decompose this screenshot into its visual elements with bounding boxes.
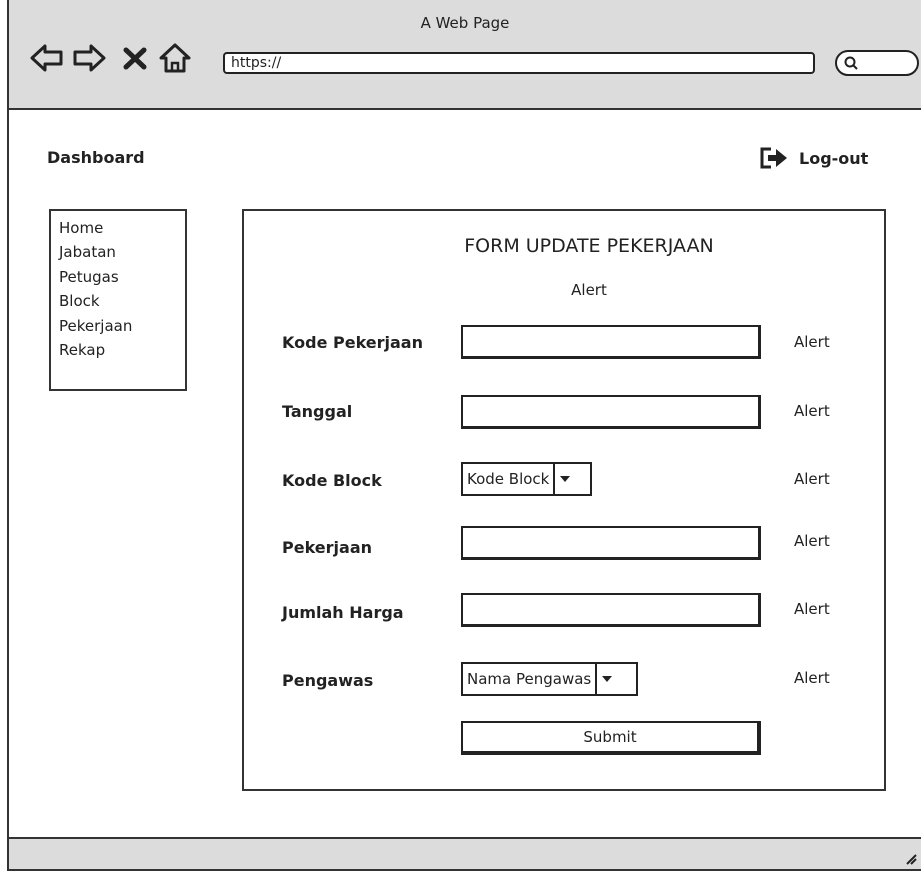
resize-grip-icon[interactable] <box>901 849 917 865</box>
logout-button[interactable]: Log-out <box>759 146 868 170</box>
search-input[interactable] <box>835 50 919 76</box>
kode-block-select[interactable]: Kode Block <box>461 462 592 496</box>
sidebar-item-block[interactable]: Block <box>59 289 185 313</box>
status-bar <box>9 837 921 869</box>
kode-pekerjaan-alert: Alert <box>794 333 830 351</box>
window-title: A Web Page <box>420 14 510 32</box>
sidebar-item-pekerjaan[interactable]: Pekerjaan <box>59 314 185 338</box>
sidebar-item-petugas[interactable]: Petugas <box>59 265 185 289</box>
sidebar-item-jabatan[interactable]: Jabatan <box>59 240 185 264</box>
pekerjaan-alert: Alert <box>794 532 830 550</box>
jumlah-harga-label: Jumlah Harga <box>282 603 404 622</box>
pekerjaan-input[interactable] <box>461 526 761 560</box>
sidebar-item-rekap[interactable]: Rekap <box>59 338 185 362</box>
form-panel: FORM UPDATE PEKERJAAN Alert Kode Pekerja… <box>242 209 886 791</box>
pengawas-select[interactable]: Nama Pengawas <box>461 662 638 696</box>
browser-toolbar: A Web Page https:// <box>9 0 921 110</box>
form-alert: Alert <box>571 281 607 299</box>
page-content: Dashboard Log-out Home Jabatan Petugas B… <box>9 112 921 839</box>
logout-icon <box>760 147 787 169</box>
home-icon[interactable] <box>157 40 193 76</box>
browser-window: A Web Page https:// Dashboard Log-out Ho… <box>7 0 921 871</box>
kode-block-selected: Kode Block <box>467 470 550 488</box>
chevron-down-icon <box>560 476 571 482</box>
tanggal-alert: Alert <box>794 402 830 420</box>
forward-icon[interactable] <box>71 40 107 76</box>
tanggal-label: Tanggal <box>282 402 353 421</box>
pengawas-dropdown-button[interactable] <box>595 664 617 694</box>
tanggal-input[interactable] <box>461 395 761 429</box>
form-title: FORM UPDATE PEKERJAAN <box>464 235 714 257</box>
dashboard-link[interactable]: Dashboard <box>47 148 145 167</box>
kode-pekerjaan-label: Kode Pekerjaan <box>282 333 423 352</box>
logout-label: Log-out <box>799 148 869 168</box>
pengawas-label: Pengawas <box>282 671 374 690</box>
close-icon[interactable] <box>117 40 153 76</box>
jumlah-harga-input[interactable] <box>461 593 761 627</box>
kode-block-label: Kode Block <box>282 471 382 490</box>
kode-block-dropdown-button[interactable] <box>553 464 575 494</box>
sidebar-menu: Home Jabatan Petugas Block Pekerjaan Rek… <box>49 209 187 391</box>
sidebar-item-home[interactable]: Home <box>59 216 185 240</box>
kode-pekerjaan-input[interactable] <box>461 325 761 359</box>
submit-button[interactable]: Submit <box>461 721 761 755</box>
pengawas-selected: Nama Pengawas <box>467 670 592 688</box>
pengawas-alert: Alert <box>794 669 830 687</box>
chevron-down-icon <box>602 676 613 682</box>
url-bar[interactable]: https:// <box>223 52 815 74</box>
jumlah-harga-alert: Alert <box>794 600 830 618</box>
search-icon <box>844 56 858 70</box>
kode-block-alert: Alert <box>794 470 830 488</box>
back-icon[interactable] <box>29 40 65 76</box>
pekerjaan-label: Pekerjaan <box>282 538 372 557</box>
